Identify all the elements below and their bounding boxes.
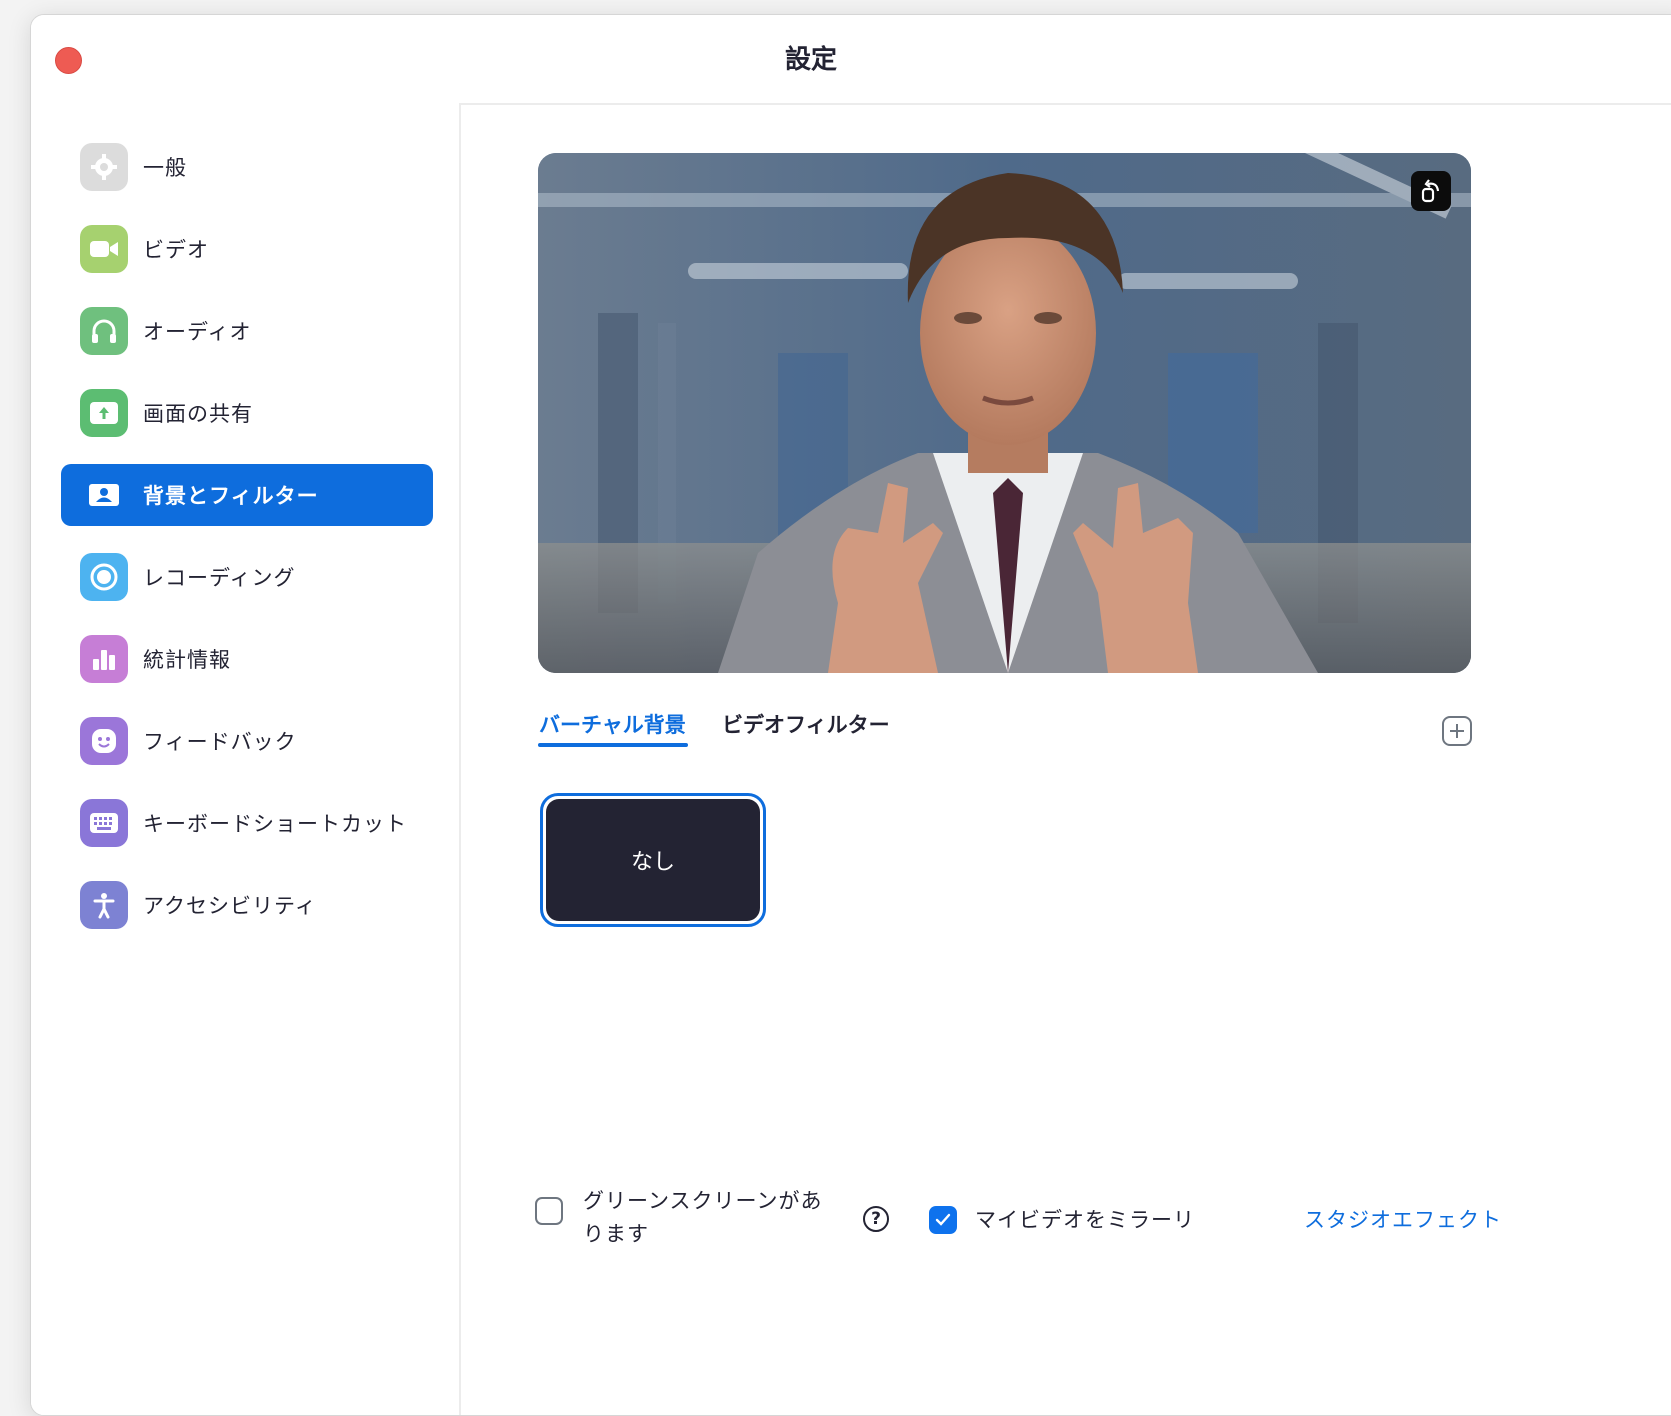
sidebar-item-background-filters[interactable]: 背景とフィルター xyxy=(61,464,433,526)
background-option-none[interactable]: なし xyxy=(540,793,766,927)
add-background-button[interactable] xyxy=(1442,716,1472,746)
keyboard-icon xyxy=(80,799,128,847)
sidebar-item-label: 画面の共有 xyxy=(143,402,253,426)
sidebar-item-label: フィードバック xyxy=(143,730,297,754)
background-portrait-icon xyxy=(80,471,128,519)
video-camera-icon xyxy=(80,225,128,273)
sidebar-item-label: キーボードショートカット xyxy=(143,812,407,836)
sidebar-item-accessibility[interactable]: アクセシビリティ xyxy=(61,874,433,936)
accessibility-icon xyxy=(80,881,128,929)
sidebar-item-label: 背景とフィルター xyxy=(143,484,319,508)
statistics-icon xyxy=(80,635,128,683)
sidebar-item-label: レコーディング xyxy=(143,566,296,590)
sidebar-item-label: 一般 xyxy=(143,156,187,180)
rotate-camera-button[interactable] xyxy=(1411,171,1451,211)
sidebar-item-label: 統計情報 xyxy=(143,648,231,672)
record-icon xyxy=(80,553,128,601)
video-preview xyxy=(538,153,1471,673)
sidebar-item-recording[interactable]: レコーディング xyxy=(61,546,433,608)
mirror-video-checkbox[interactable] xyxy=(929,1206,957,1234)
studio-effects-link[interactable]: スタジオエフェクト xyxy=(1304,1204,1502,1234)
background-option-label: なし xyxy=(546,799,760,921)
sidebar-item-video[interactable]: ビデオ xyxy=(61,218,433,280)
active-tab-indicator xyxy=(538,743,688,747)
tab-virtual-background[interactable]: バーチャル背景 xyxy=(539,709,686,739)
sidebar-item-feedback[interactable]: フィードバック xyxy=(61,710,433,772)
sidebar-item-label: ビデオ xyxy=(143,238,209,262)
sidebar-item-share-screen[interactable]: 画面の共有 xyxy=(61,382,433,444)
share-screen-icon xyxy=(80,389,128,437)
green-screen-label-line2: ります xyxy=(583,1222,649,1246)
video-preview-image xyxy=(538,153,1471,673)
sidebar-item-general[interactable]: 一般 xyxy=(61,136,433,198)
title-bar: 設定 xyxy=(31,15,1671,105)
green-screen-label: グリーンスクリーンがあ ります xyxy=(583,1185,822,1251)
sidebar-item-label: オーディオ xyxy=(143,320,252,344)
headphones-icon xyxy=(80,307,128,355)
feedback-smiley-icon xyxy=(80,717,128,765)
tab-video-filter[interactable]: ビデオフィルター xyxy=(722,709,890,739)
sidebar-item-label: アクセシビリティ xyxy=(143,894,317,918)
settings-window: 設定 一般 ビデオ オーディオ 画面の共有 背景とフィルター レコーディング 統… xyxy=(30,14,1671,1416)
checkmark-icon xyxy=(935,1213,951,1226)
gear-icon xyxy=(80,143,128,191)
help-icon[interactable]: ? xyxy=(863,1206,889,1232)
rotate-icon xyxy=(1421,179,1440,203)
mirror-video-label: マイビデオをミラーリ xyxy=(975,1208,1195,1232)
sidebar-item-keyboard-shortcuts[interactable]: キーボードショートカット xyxy=(61,792,433,854)
green-screen-checkbox[interactable] xyxy=(535,1197,563,1225)
settings-content: バーチャル背景 ビデオフィルター なし グリーンスクリーンがあ ります ? マイ… xyxy=(461,103,1671,1415)
settings-sidebar: 一般 ビデオ オーディオ 画面の共有 背景とフィルター レコーディング 統計情報… xyxy=(31,103,461,1415)
sidebar-item-statistics[interactable]: 統計情報 xyxy=(61,628,433,690)
sidebar-item-audio[interactable]: オーディオ xyxy=(61,300,433,362)
window-title: 設定 xyxy=(784,45,837,75)
green-screen-label-line1: グリーンスクリーンがあ xyxy=(583,1189,823,1213)
